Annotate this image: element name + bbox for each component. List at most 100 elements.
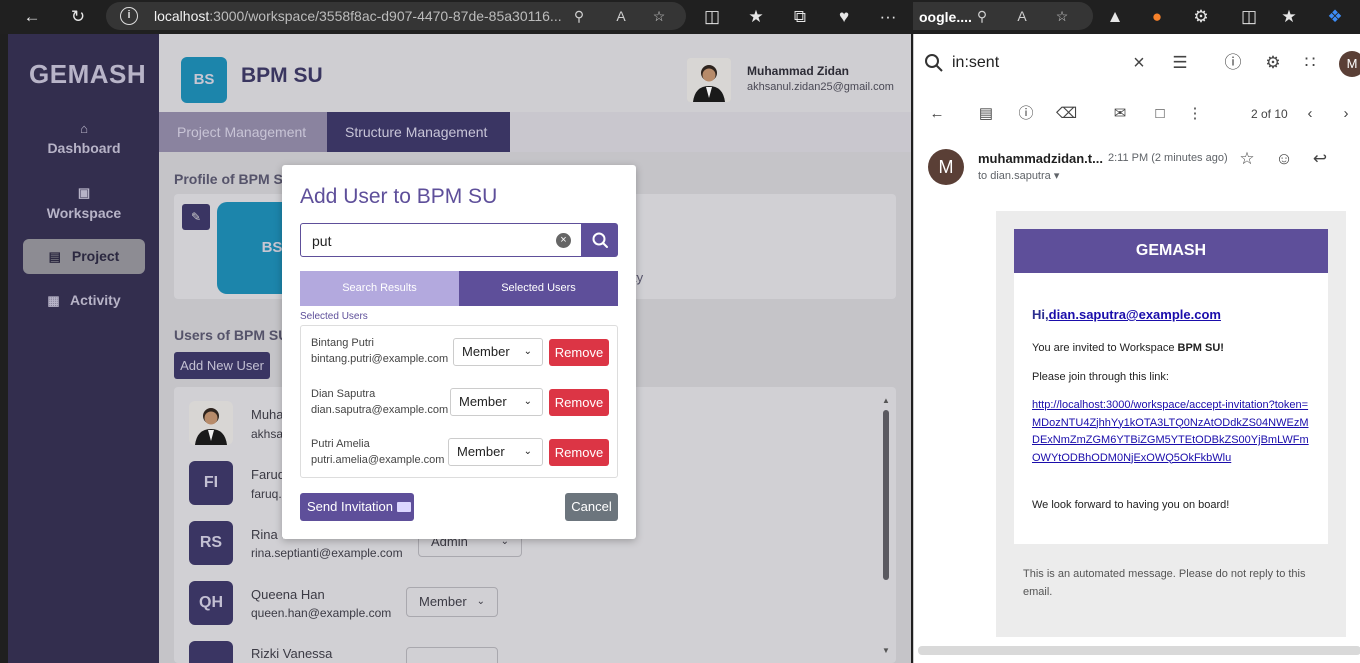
role-select-value: Member xyxy=(459,394,507,409)
clear-icon[interactable]: × xyxy=(556,233,571,248)
emoji-react-icon[interactable]: ☺ xyxy=(1272,147,1296,171)
email-brand-header: GEMASH xyxy=(1014,229,1328,273)
role-select[interactable]: Member ⌄ xyxy=(406,587,498,617)
url-text: localhost:3000/workspace/3558f8ac-d907-4… xyxy=(154,8,562,24)
members-section-title: Users of BPM SU xyxy=(174,327,289,343)
scroll-up-icon[interactable]: ▲ xyxy=(881,396,891,405)
report-spam-icon[interactable]: ⓘ xyxy=(1016,104,1036,124)
tab-search-results[interactable]: Search Results xyxy=(300,271,459,306)
copilot-icon[interactable]: ❖ xyxy=(1323,5,1347,29)
collections-icon[interactable]: ⧉ xyxy=(788,5,812,29)
extensions-puzzle-icon[interactable]: ⚙ xyxy=(1189,5,1213,29)
account-avatar[interactable]: M xyxy=(1339,51,1360,77)
back-arrow-icon[interactable]: ← xyxy=(927,104,947,124)
favorite-star-icon[interactable]: ☆ xyxy=(648,5,670,27)
remove-button[interactable]: Remove xyxy=(549,389,609,416)
member-name: Queena Han xyxy=(251,587,325,602)
search-button[interactable] xyxy=(582,223,618,257)
send-invitation-button[interactable]: Send Invitation xyxy=(300,493,414,521)
search-input[interactable]: in:sent xyxy=(952,54,999,72)
split-screen-icon[interactable]: ◫ xyxy=(1237,5,1261,29)
role-select[interactable]: Member ⌄ xyxy=(448,438,543,466)
sidebar-item-label: Workspace xyxy=(46,205,122,221)
tab-project-management[interactable]: Project Management xyxy=(159,112,327,152)
close-icon[interactable]: × xyxy=(1127,51,1151,75)
archive-icon[interactable]: ▤ xyxy=(976,104,996,124)
sidebar-item-dashboard[interactable]: ⌂ Dashboard xyxy=(23,121,145,156)
cancel-button[interactable]: Cancel xyxy=(565,493,618,521)
invite-workspace: BPM SU! xyxy=(1177,342,1224,354)
filter-options-icon[interactable]: ☰ xyxy=(1168,51,1192,75)
scroll-thumb[interactable] xyxy=(883,410,889,580)
site-info-icon[interactable]: i xyxy=(120,7,138,25)
favorites-icon[interactable]: ★ xyxy=(744,5,768,29)
add-new-user-button[interactable]: Add New User xyxy=(174,352,270,379)
tab-selected-users[interactable]: Selected Users xyxy=(459,271,618,306)
help-icon[interactable]: ⓘ xyxy=(1221,51,1245,75)
sidebar-item-label: Dashboard xyxy=(47,140,121,156)
star-icon[interactable]: ☆ xyxy=(1235,147,1259,171)
edit-icon[interactable]: ✎ xyxy=(182,204,210,230)
sidebar-item-label: Activity xyxy=(70,292,121,308)
sidebar-item-project[interactable]: ▤ Project xyxy=(23,239,145,274)
member-name: Faruq xyxy=(251,467,285,482)
search-icon xyxy=(592,232,608,248)
split-screen-icon[interactable]: ◫ xyxy=(700,5,724,29)
member-list-scrollbar[interactable]: ▲ ▼ xyxy=(881,396,891,658)
greeting-email-link[interactable]: dian.saputra@example.com xyxy=(1049,307,1221,322)
recipient-details[interactable]: to dian.saputra ▾ xyxy=(978,169,1059,182)
favorite-star-icon[interactable]: ☆ xyxy=(1051,5,1073,27)
role-select[interactable] xyxy=(406,647,498,663)
more-menu-icon[interactable]: ··· xyxy=(876,5,900,29)
back-arrow-icon[interactable]: ← xyxy=(20,5,44,29)
trash-icon[interactable]: ⌫ xyxy=(1056,104,1077,124)
sidebar-item-activity[interactable]: ▦ Activity xyxy=(23,292,145,309)
search-icon[interactable] xyxy=(924,53,944,73)
member-email: faruq. xyxy=(251,487,282,501)
move-to-icon[interactable]: □ xyxy=(1150,104,1170,124)
address-bar-right[interactable]: oogle.... ⚲ A ☆ xyxy=(913,2,1093,30)
reply-icon[interactable]: ↩ xyxy=(1308,147,1332,171)
more-vertical-icon[interactable]: ⋮ xyxy=(1185,104,1205,124)
role-select-value: Member xyxy=(419,594,467,609)
remove-button[interactable]: Remove xyxy=(549,439,609,466)
apps-grid-icon[interactable]: ∷ xyxy=(1298,51,1322,75)
tab-structure-management[interactable]: Structure Management xyxy=(327,112,510,152)
user-email: akhsanul.zidan25@gmail.com xyxy=(747,81,894,93)
sidebar: GEMASH ⌂ Dashboard ▣ Workspace ▤ Project… xyxy=(8,34,159,663)
selected-users-label: Selected Users xyxy=(300,311,368,322)
horizontal-scrollbar[interactable] xyxy=(918,646,1360,655)
address-bar[interactable]: i localhost:3000/workspace/3558f8ac-d907… xyxy=(106,2,686,30)
invitation-link[interactable]: http://localhost:3000/workspace/accept-i… xyxy=(1032,397,1314,467)
avatar[interactable] xyxy=(687,58,731,102)
calendar-icon: ▦ xyxy=(47,293,60,308)
role-select[interactable]: Member ⌄ xyxy=(450,388,543,416)
selected-user-email: dian.saputra@example.com xyxy=(311,404,449,416)
page-title: BPM SU xyxy=(241,64,323,87)
selected-user-email: putri.amelia@example.com xyxy=(311,454,445,466)
user-search-input[interactable]: put × xyxy=(300,223,582,257)
favorites-icon[interactable]: ★ xyxy=(1277,5,1301,29)
gmail-search-bar: in:sent × ☰ ⓘ ⚙ ∷ M xyxy=(914,34,1360,92)
zoom-icon[interactable]: ⚲ xyxy=(568,5,590,27)
gear-icon[interactable]: ⚙ xyxy=(1261,51,1285,75)
chevron-right-icon[interactable]: › xyxy=(1336,104,1356,124)
avatar: RS xyxy=(189,521,233,565)
join-line: Please join through this link: xyxy=(1032,371,1169,383)
remove-button[interactable]: Remove xyxy=(549,339,609,366)
scroll-down-icon[interactable]: ▼ xyxy=(881,646,891,655)
read-aloud-icon[interactable]: A xyxy=(610,5,632,27)
chevron-left-icon[interactable]: ‹ xyxy=(1300,104,1320,124)
performance-icon[interactable]: ♥ xyxy=(832,5,856,29)
chevron-down-icon: ⌄ xyxy=(476,596,485,607)
gmail-pane: in:sent × ☰ ⓘ ⚙ ∷ M ← ▤ ⓘ ⌫ ✉ □ ⋮ 2 of 1… xyxy=(913,34,1360,663)
sidebar-item-workspace[interactable]: ▣ Workspace xyxy=(23,185,145,221)
extension-orange-icon[interactable]: ● xyxy=(1145,5,1169,29)
mark-unread-icon[interactable]: ✉ xyxy=(1110,104,1130,124)
read-aloud-icon[interactable]: A xyxy=(1011,5,1033,27)
zoom-icon[interactable]: ⚲ xyxy=(971,5,993,27)
sidebar-item-label: Project xyxy=(71,248,120,264)
reload-icon[interactable]: ↻ xyxy=(66,5,90,29)
role-select[interactable]: Member ⌄ xyxy=(453,338,543,366)
extension-icon[interactable]: ▲ xyxy=(1103,5,1127,29)
